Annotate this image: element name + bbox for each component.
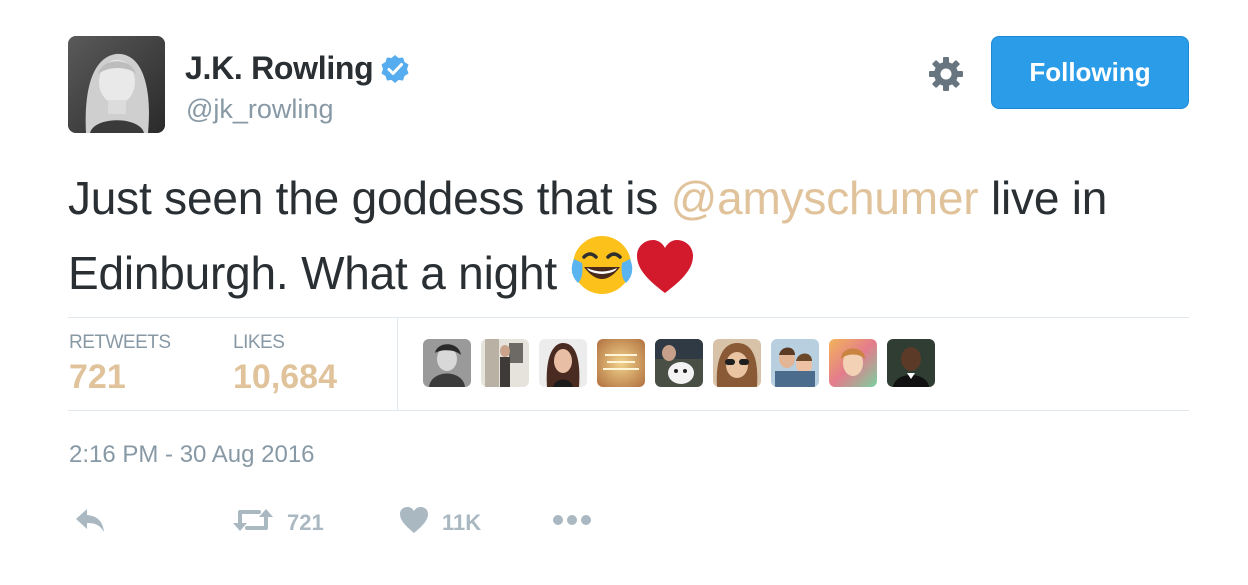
following-button[interactable]: Following <box>991 36 1189 109</box>
tweet-text-before: Just seen the goddess that is <box>68 172 671 224</box>
retweet-count: 721 <box>287 509 324 535</box>
red-heart-icon <box>634 237 696 316</box>
retweets-value: 721 <box>69 358 126 396</box>
stats-top-divider <box>68 317 1189 318</box>
tweet-text: Just seen the goddess that is @amyschume… <box>68 163 1208 316</box>
retweets-label: RETWEETS <box>69 332 171 353</box>
author-handle[interactable]: @jk_rowling <box>186 94 333 125</box>
verified-badge-icon <box>379 53 411 85</box>
like-count: 11K <box>442 509 482 535</box>
retweet-icon <box>231 505 275 540</box>
retweet-button[interactable]: 721 <box>231 505 324 540</box>
liker-avatar[interactable] <box>539 339 587 387</box>
author-name-row[interactable]: J.K. Rowling <box>185 50 411 87</box>
more-button[interactable] <box>552 513 592 532</box>
tweet-timestamp[interactable]: 2:16 PM - 30 Aug 2016 <box>69 441 315 469</box>
heart-icon <box>398 505 430 540</box>
likers-avatar-list <box>423 339 935 387</box>
face-with-tears-of-joy-icon <box>570 233 634 316</box>
likes-stat[interactable]: LIKES 10,684 <box>233 332 337 397</box>
liker-avatar[interactable] <box>423 339 471 387</box>
liker-avatar[interactable] <box>655 339 703 387</box>
stats-vertical-divider <box>397 318 398 410</box>
like-button[interactable]: 11K <box>398 505 481 540</box>
reply-icon <box>73 505 107 540</box>
likes-label: LIKES <box>233 332 285 353</box>
tweet-actions-bar: 721 11K <box>0 505 1248 539</box>
liker-avatar[interactable] <box>887 339 935 387</box>
more-icon <box>552 513 592 532</box>
author-display-name[interactable]: J.K. Rowling <box>185 50 374 87</box>
liker-avatar[interactable] <box>713 339 761 387</box>
stats-bottom-divider <box>68 410 1189 411</box>
liker-avatar[interactable] <box>597 339 645 387</box>
retweets-stat[interactable]: RETWEETS 721 <box>69 332 171 397</box>
gear-icon[interactable] <box>927 55 965 93</box>
likes-value: 10,684 <box>233 358 337 396</box>
reply-button[interactable] <box>73 505 107 540</box>
liker-avatar[interactable] <box>771 339 819 387</box>
liker-avatar[interactable] <box>481 339 529 387</box>
liker-avatar[interactable] <box>829 339 877 387</box>
mention-link[interactable]: @amyschumer <box>671 172 979 224</box>
author-avatar[interactable] <box>68 36 165 133</box>
